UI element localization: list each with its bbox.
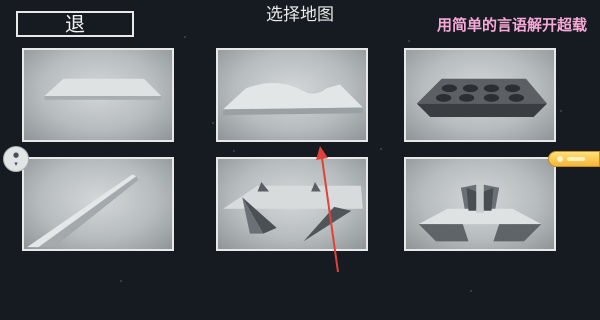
map-5-preview bbox=[223, 181, 363, 242]
map-card-4[interactable] bbox=[22, 157, 174, 251]
map-3-preview bbox=[416, 78, 548, 118]
map-card-3[interactable] bbox=[404, 48, 556, 142]
map-card-6[interactable] bbox=[404, 157, 556, 251]
scrolling-banner-text: 用简单的言语解开超载 bbox=[437, 16, 588, 34]
map-card-1[interactable] bbox=[22, 48, 174, 142]
gold-badge-button[interactable] bbox=[548, 151, 600, 167]
gold-badge-icon bbox=[557, 156, 563, 162]
floating-assistant-button[interactable]: ● ▾ bbox=[3, 146, 29, 172]
map-1-preview bbox=[44, 78, 162, 100]
map-2-preview bbox=[223, 82, 363, 116]
map-card-2[interactable] bbox=[216, 48, 368, 142]
map-6-preview bbox=[418, 180, 542, 242]
map-4-preview bbox=[27, 174, 139, 248]
floating-assistant-icon: ● ▾ bbox=[12, 151, 20, 168]
gold-badge-bar bbox=[567, 157, 585, 161]
map-card-5[interactable] bbox=[216, 157, 368, 251]
